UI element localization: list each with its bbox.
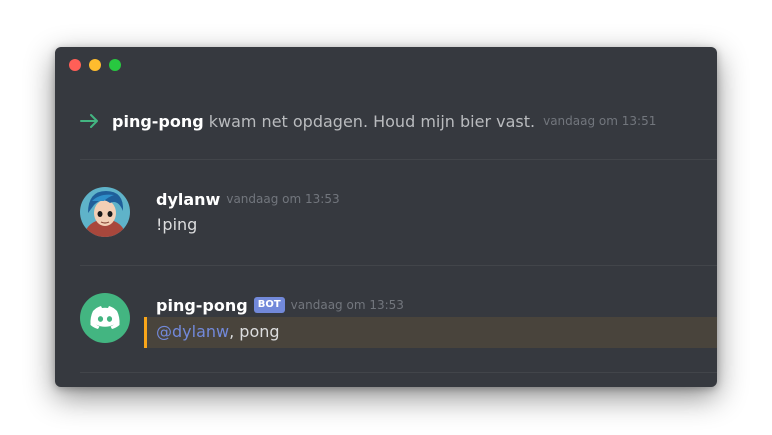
close-window-button[interactable] (69, 59, 81, 71)
system-join-message: ping-pong kwam net opdagen. Houd mijn bi… (80, 110, 656, 132)
discord-logo-icon (90, 306, 120, 329)
join-text: kwam net opdagen. Houd mijn bier vast. (208, 111, 536, 131)
message-timestamp: vandaag om 13:53 (290, 298, 404, 312)
join-timestamp: vandaag om 13:51 (543, 114, 657, 128)
message-divider (80, 372, 717, 373)
message-header: dylanw vandaag om 13:53 (156, 188, 340, 210)
chat-window: ping-pong kwam net opdagen. Houd mijn bi… (55, 47, 717, 387)
bot-avatar[interactable] (80, 293, 130, 343)
message-divider (80, 265, 717, 266)
message-content: !ping (156, 215, 198, 234)
title-bar (55, 47, 717, 79)
message-header: ping-pong BOT vandaag om 13:53 (156, 294, 404, 316)
join-username[interactable]: ping-pong (112, 112, 204, 131)
bot-badge: BOT (253, 297, 285, 313)
user-avatar[interactable] (80, 187, 130, 237)
minimize-window-button[interactable] (89, 59, 101, 71)
message-text: , pong (229, 322, 280, 341)
message-username[interactable]: dylanw (156, 190, 220, 209)
maximize-window-button[interactable] (109, 59, 121, 71)
message-content: @dylanw, pong (156, 322, 280, 341)
message-username[interactable]: ping-pong (156, 296, 248, 315)
message-timestamp: vandaag om 13:53 (226, 192, 340, 206)
join-arrow-icon (80, 114, 98, 128)
user-mention[interactable]: @dylanw (156, 322, 229, 341)
message-divider (80, 159, 717, 160)
